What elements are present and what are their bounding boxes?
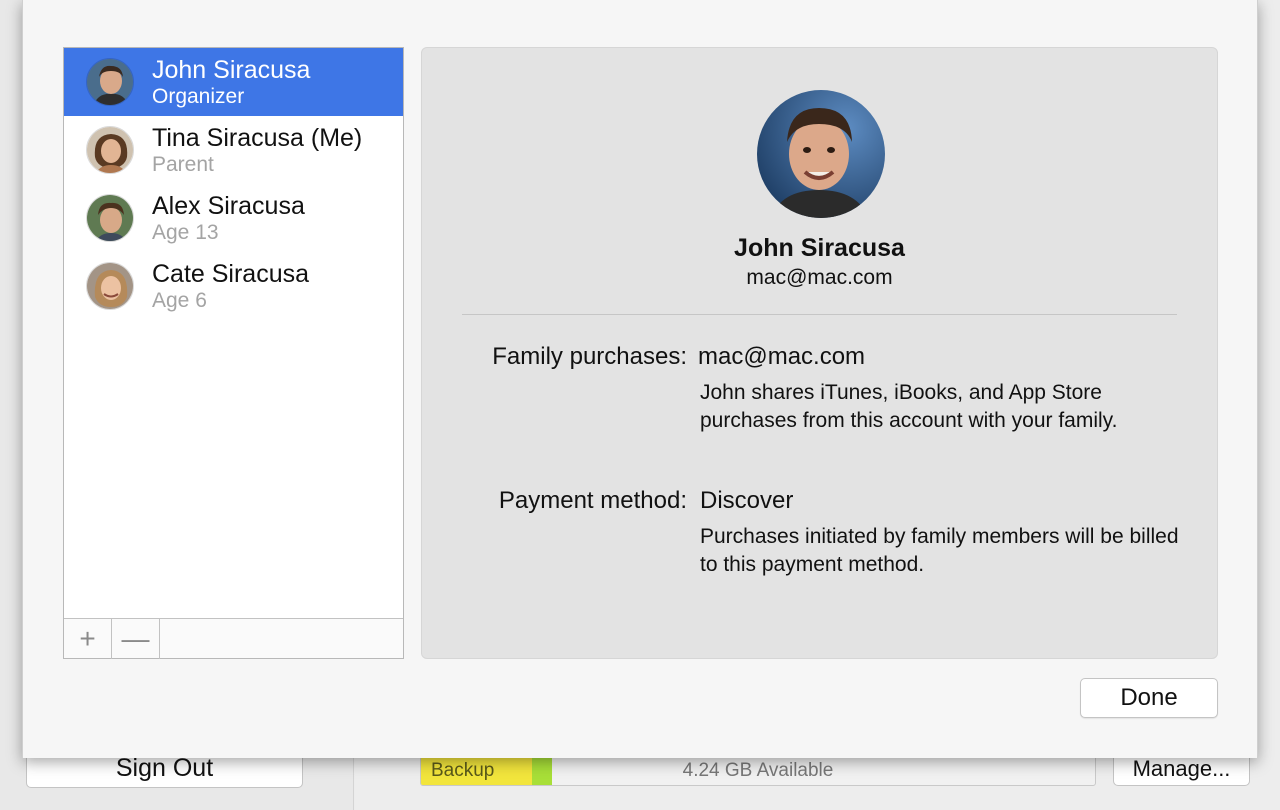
detail-member-name: John Siracusa <box>734 234 905 262</box>
member-row[interactable]: Cate Siracusa Age 6 <box>64 252 403 320</box>
done-button[interactable]: Done <box>1080 678 1218 718</box>
payment-method-value: Discover <box>700 487 794 514</box>
member-name: Cate Siracusa <box>152 260 310 288</box>
payment-method-description: Purchases initiated by family members wi… <box>700 525 1179 576</box>
plus-icon: + <box>79 623 96 654</box>
member-role: Parent <box>152 153 214 176</box>
member-detail-panel: John Siracusa mac@mac.com Family purchas… <box>421 47 1218 659</box>
member-name: Alex Siracusa <box>152 192 305 220</box>
member-name: John Siracusa <box>152 56 311 84</box>
person-photo-icon <box>87 127 133 173</box>
family-purchases-label: Family purchases: <box>492 343 687 370</box>
person-photo-icon <box>87 263 133 309</box>
person-photo-icon <box>87 59 133 105</box>
avatar <box>86 262 134 310</box>
family-purchases-value: mac@mac.com <box>698 343 866 370</box>
member-list-panel: John Siracusa Organizer Tina Siracusa (M… <box>63 47 404 659</box>
member-role: Organizer <box>152 85 245 108</box>
member-role: Age 6 <box>152 289 207 312</box>
member-row[interactable]: Tina Siracusa (Me) Parent <box>64 116 403 184</box>
avatar <box>86 194 134 242</box>
member-name: Tina Siracusa (Me) <box>152 124 363 152</box>
member-list-toolbar: + — <box>64 618 403 659</box>
member-list: John Siracusa Organizer Tina Siracusa (M… <box>64 48 403 618</box>
member-row[interactable]: Alex Siracusa Age 13 <box>64 184 403 252</box>
person-photo-icon <box>87 195 133 241</box>
family-sheet: John Siracusa Organizer Tina Siracusa (M… <box>22 0 1258 758</box>
minus-icon: — <box>121 623 150 654</box>
detail-avatar <box>757 90 885 218</box>
storage-available-label: 4.24 GB Available <box>682 760 834 781</box>
add-member-button[interactable]: + <box>64 619 112 659</box>
divider <box>462 314 1177 315</box>
avatar <box>86 58 134 106</box>
avatar <box>86 126 134 174</box>
payment-method-label: Payment method: <box>498 487 687 514</box>
family-purchases-description: John shares iTunes, iBooks, and App Stor… <box>700 381 1118 432</box>
detail-member-email: mac@mac.com <box>746 266 893 289</box>
member-role: Age 13 <box>152 221 219 244</box>
person-photo-icon <box>757 90 885 218</box>
member-row[interactable]: John Siracusa Organizer <box>64 48 403 116</box>
remove-member-button[interactable]: — <box>112 619 160 659</box>
